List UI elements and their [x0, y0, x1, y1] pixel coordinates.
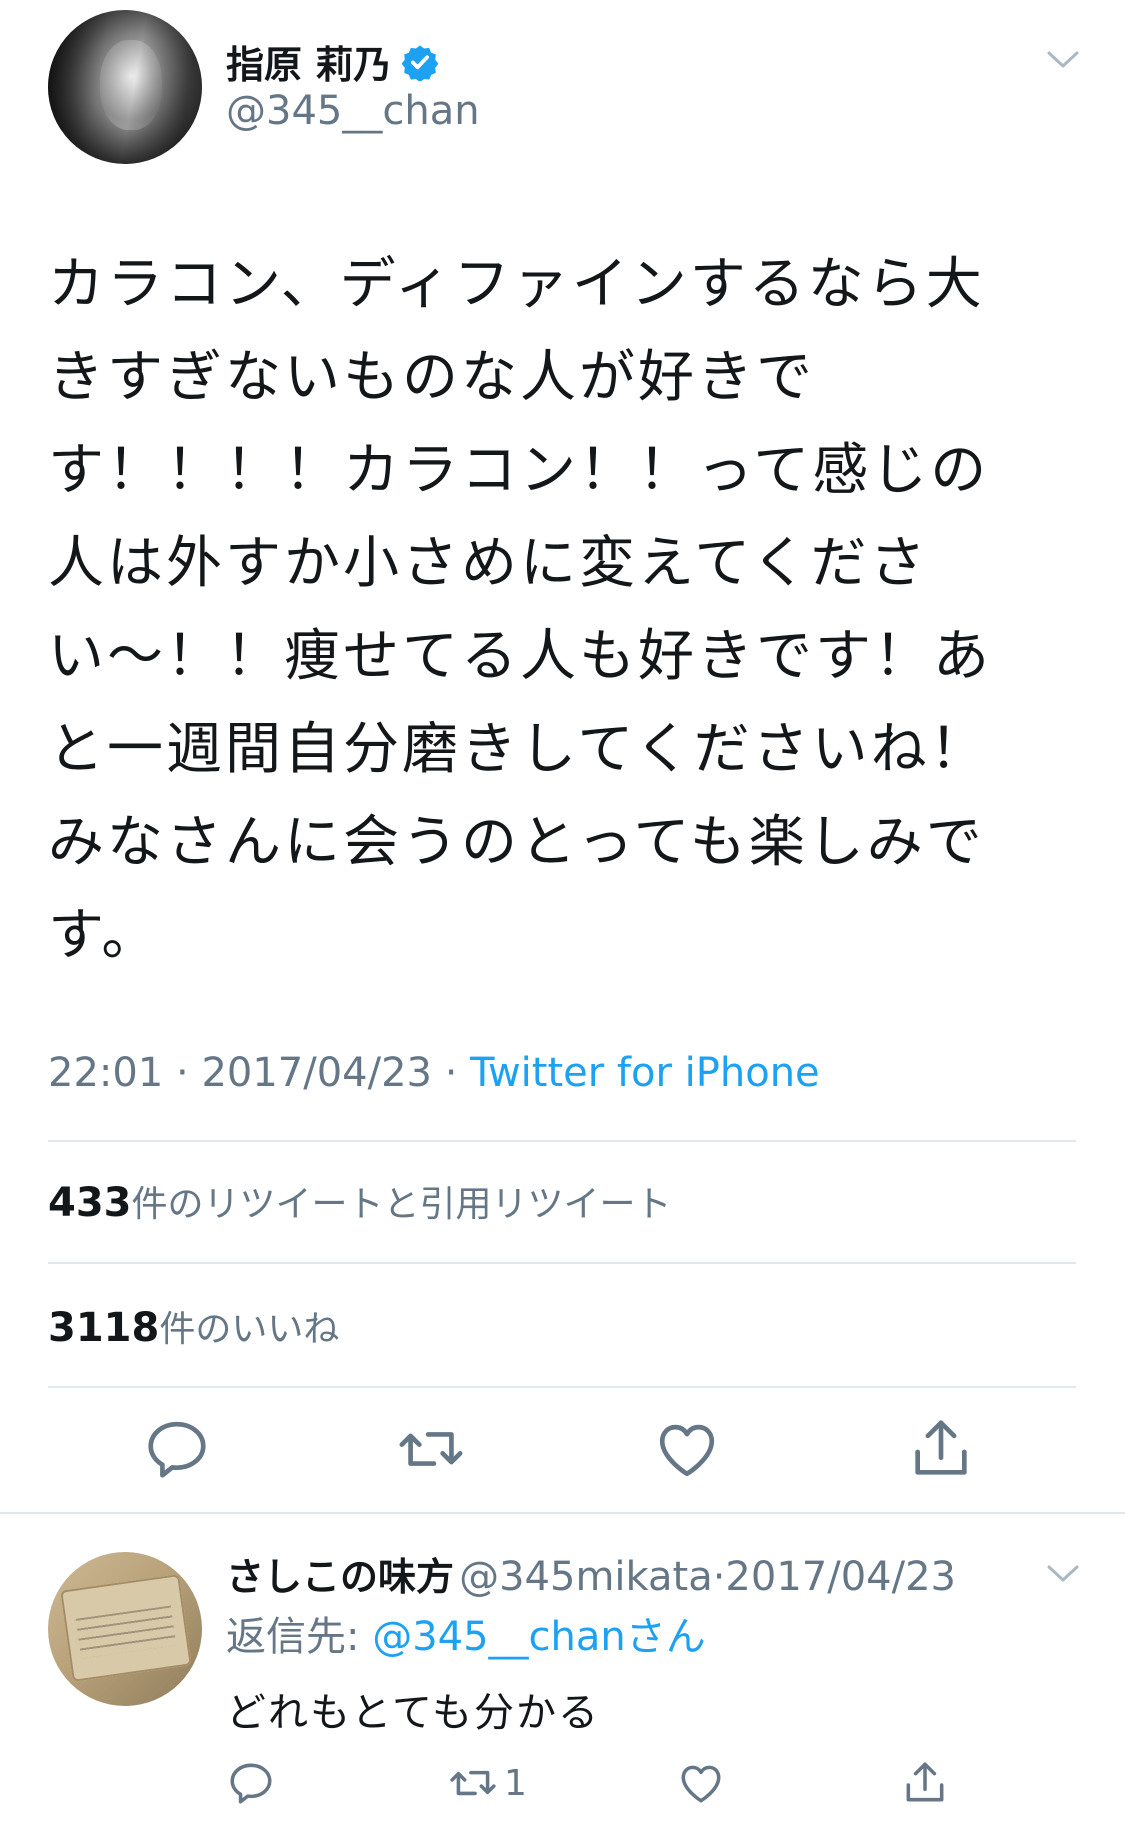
reply-header: さしこの味方 @345mikata·2017/04/23 — [226, 1546, 956, 1601]
meta-separator: · — [444, 1050, 458, 1096]
share-button[interactable] — [906, 1414, 976, 1484]
reply-mention-link[interactable]: @345__chan — [372, 1614, 626, 1660]
retweet-icon — [399, 1432, 463, 1466]
tweet-line: 人は外すか小さめに変えてくださ — [48, 531, 929, 596]
retweets-count: 433 — [48, 1180, 132, 1226]
reply-author-avatar[interactable] — [48, 1552, 202, 1706]
divider — [48, 1386, 1076, 1388]
tweet-line: と一週間自分磨きしてくださいね！ — [48, 717, 989, 782]
tweet-line: きすぎないものな人が好きで — [48, 345, 815, 410]
reply-to-line: 返信先: @345__chanさん — [226, 1604, 706, 1662]
tweet-line: みなさんに会うのとっても楽しみで — [48, 810, 985, 875]
reply-body: どれもとても分かる — [226, 1690, 600, 1736]
reply-icon — [148, 1421, 206, 1478]
author-name-row[interactable]: 指原 莉乃 — [226, 34, 439, 89]
meta-separator: · — [712, 1554, 726, 1600]
reply-like-button[interactable] — [676, 1758, 726, 1808]
likes-stat[interactable]: 3118件のいいね — [48, 1300, 339, 1352]
reply-share-button[interactable] — [900, 1758, 950, 1808]
retweet-button[interactable] — [396, 1414, 466, 1484]
reply-button[interactable] — [142, 1414, 212, 1484]
reply-icon — [230, 1763, 272, 1804]
section-divider — [0, 1512, 1125, 1514]
divider — [48, 1262, 1076, 1264]
author-name[interactable]: 指原 莉乃 — [226, 34, 391, 89]
reply-retweet-button[interactable]: 1 — [448, 1758, 527, 1808]
reply-mention-suffix: さん — [625, 1614, 706, 1660]
author-avatar[interactable] — [48, 10, 202, 164]
divider — [48, 1140, 1076, 1142]
reply-date: 2017/04/23 — [725, 1554, 956, 1600]
tweet-time: 22:01 — [48, 1050, 164, 1096]
meta-separator: · — [176, 1050, 189, 1096]
reply-retweet-count: 1 — [504, 1762, 527, 1804]
like-button[interactable] — [652, 1414, 722, 1484]
verified-badge-icon — [401, 44, 439, 81]
tweet-line: カラコン、ディファインするなら大 — [48, 252, 985, 317]
tweet-line: い〜！！痩せてる人も好きです！あ — [48, 624, 992, 689]
author-handle[interactable]: @345__chan — [226, 88, 480, 134]
tweet-source-link[interactable]: Twitter for iPhone — [470, 1050, 820, 1096]
reply-to-prefix: 返信先: — [226, 1614, 373, 1660]
retweet-icon — [450, 1770, 496, 1796]
likes-label: 件のいいね — [159, 1309, 340, 1350]
tweet-date: 2017/04/23 — [201, 1050, 432, 1096]
reply-reply-button[interactable] — [226, 1758, 276, 1808]
tweet-meta: 22:01 · 2017/04/23 · Twitter for iPhone — [48, 1050, 820, 1096]
retweets-label: 件のリツイートと引用リツイート — [131, 1184, 672, 1225]
heart-icon — [659, 1424, 715, 1477]
share-icon — [915, 1420, 967, 1475]
heart-icon — [681, 1765, 721, 1803]
chevron-down-icon[interactable] — [1046, 48, 1080, 72]
likes-count: 3118 — [48, 1305, 160, 1351]
share-icon — [906, 1762, 944, 1802]
tweet-body: カラコン、ディファインするなら大 きすぎないものな人が好きで す！！！！カラコン… — [48, 238, 1048, 982]
avatar-hair — [48, 10, 202, 164]
chevron-down-icon[interactable] — [1046, 1562, 1080, 1586]
reply-author-name[interactable]: さしこの味方 — [226, 1555, 454, 1599]
tweet-line: す。 — [48, 903, 161, 968]
tweet-line: す！！！！カラコン！！って感じの — [48, 438, 990, 503]
retweets-stat[interactable]: 433件のリツイートと引用リツイート — [48, 1175, 672, 1227]
reply-author-handle[interactable]: @345mikata — [459, 1554, 713, 1600]
